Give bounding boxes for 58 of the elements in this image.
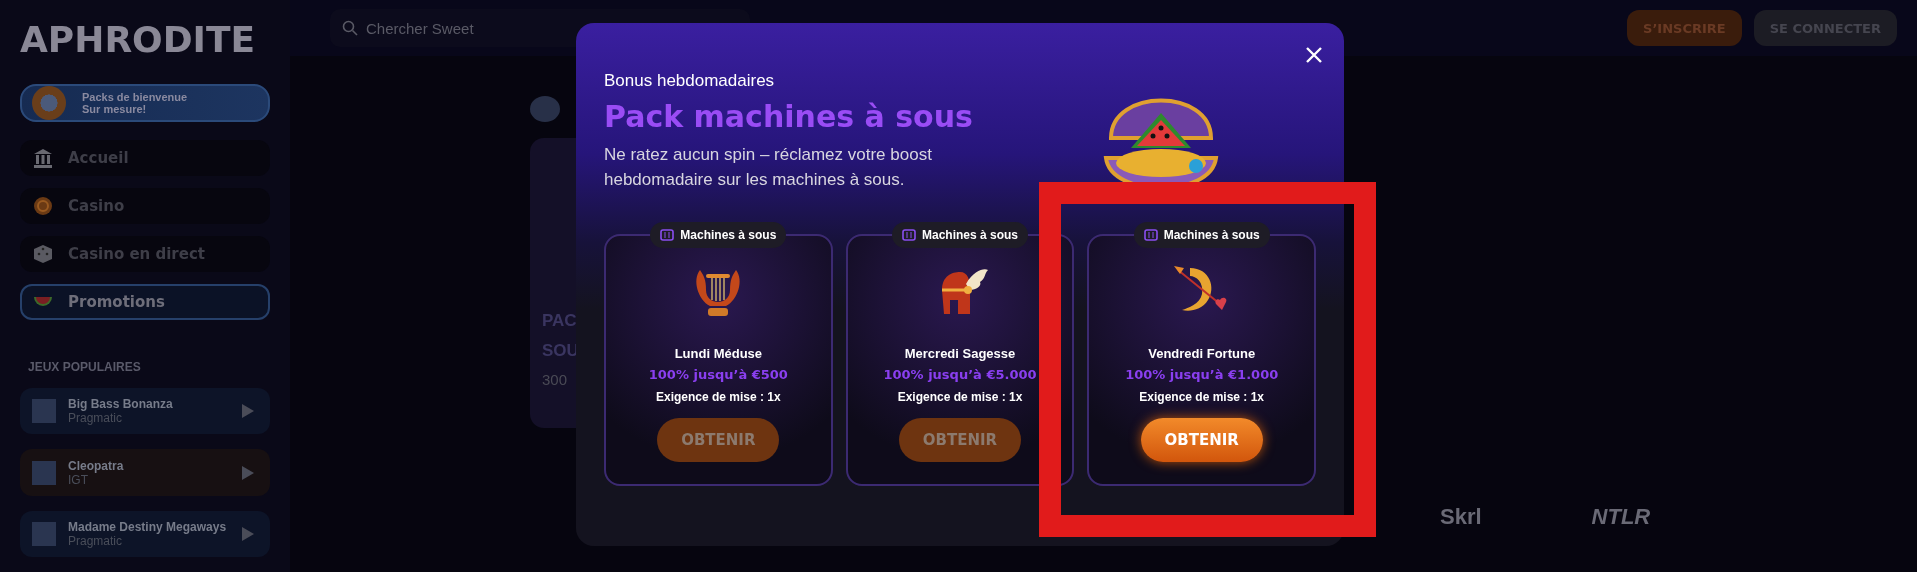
promo-card-text: 300 (542, 371, 569, 388)
badge-label: Machines à sous (680, 228, 777, 242)
banner-subtitle: Sur mesure! (82, 103, 148, 115)
bonus-name: Vendredi Fortune (1148, 346, 1256, 361)
promo-card-text: PAC (542, 311, 578, 331)
modal-eyebrow: Bonus hebdomadaires (604, 71, 776, 91)
game-provider: IGT (68, 472, 88, 487)
badge-label: Machines à sous (922, 228, 1019, 242)
coin-icon (32, 195, 54, 218)
pearl-shell-icon (32, 86, 66, 120)
sidebar-item[interactable]: Casino en direct (20, 236, 270, 273)
claim-button[interactable]: OBTENIR (657, 418, 780, 462)
site-logo[interactable]: APHRODITE (20, 14, 256, 66)
play-icon[interactable] (242, 526, 254, 541)
search-icon (342, 20, 358, 36)
game-name: Big Bass Bonanza (68, 397, 174, 412)
bonus-offer: 100% jusqu’à €500 (648, 367, 788, 382)
game-item[interactable]: Big Bass Bonanza Pragmatic (20, 388, 270, 435)
bonus-name: Lundi Méduse (674, 346, 763, 361)
game-provider: Pragmatic (68, 411, 124, 426)
banner-title: Packs de bienvenue (82, 91, 188, 103)
slot-machine-icon (1143, 229, 1158, 241)
slot-machine-icon (902, 229, 916, 241)
game-provider: Pragmatic (68, 533, 123, 548)
sidebar-item-label: Accueil (68, 149, 129, 167)
bonus-offer: 100% jusqu’à €5.000 (883, 367, 1037, 382)
sidebar-item[interactable]: Casino (20, 188, 270, 225)
badge-label: Machines à sous (1163, 228, 1260, 242)
game-thumbnail (32, 521, 56, 546)
welcome-pack-banner[interactable]: Packs de bienvenue Sur mesure! (20, 84, 270, 122)
sidebar-item-label: Casino en direct (68, 245, 205, 264)
bank-icon (32, 147, 54, 169)
play-icon[interactable] (242, 465, 254, 480)
sidebar-item-label: Casino (68, 197, 125, 216)
game-thumbnail (32, 399, 56, 424)
bonus-name: Mercredi Sagesse (904, 346, 1016, 361)
game-name: Cleopatra (68, 458, 125, 473)
game-name: Madame Destiny Megaways (68, 519, 228, 534)
slot-machine-icon (660, 229, 675, 241)
wager-requirement: Exigence de mise : 1x (1139, 390, 1265, 404)
sidebar-item-label: Promotions (68, 293, 165, 312)
wager-requirement: Exigence de mise : 1x (897, 390, 1023, 404)
game-thumbnail (32, 460, 56, 485)
section-title: JEUX POPULAIRES (28, 360, 142, 375)
modal-title: Pack machines à sous (604, 99, 974, 134)
sidebar-item[interactable]: Promotions (20, 284, 270, 321)
sidebar-item[interactable]: Accueil (20, 140, 270, 177)
game-item[interactable]: Cleopatra IGT (20, 449, 270, 496)
dice-icon (32, 243, 54, 266)
claim-button[interactable]: OBTENIR (1140, 418, 1263, 462)
claim-button[interactable]: OBTENIR (899, 418, 1021, 462)
wager-requirement: Exigence de mise : 1x (655, 390, 781, 404)
provider-logo: NTLR (1591, 504, 1651, 530)
provider-logo: Skrl (1440, 504, 1482, 530)
game-item[interactable]: Madame Destiny Megaways Pragmatic (20, 510, 270, 558)
bonus-offer: 100% jusqu’à €1.000 (1125, 367, 1279, 382)
play-icon[interactable] (242, 404, 254, 419)
modal-description: Ne ratez aucun spin – réclamez votre boost hebdomadaire sur les machines à sous. (604, 144, 933, 191)
